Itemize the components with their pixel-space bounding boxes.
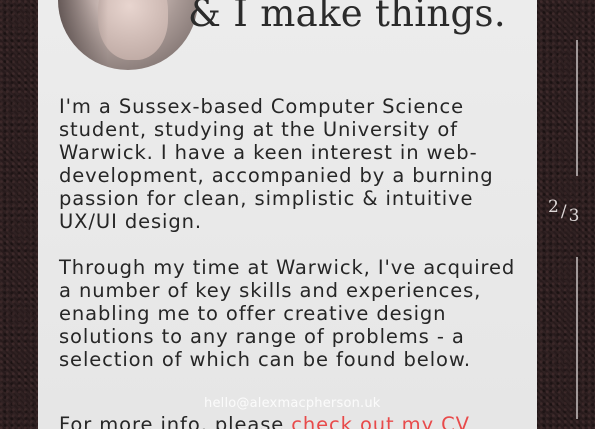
total-pages: 3 — [568, 206, 580, 226]
more-info-line: For more info, please check out my CV — [59, 413, 529, 429]
bio-paragraph-1: I'm a Sussex-based Computer Science stud… — [59, 95, 494, 233]
page-indicator: 2/3 — [537, 0, 595, 429]
current-page: 2 — [548, 197, 559, 217]
page-separator: / — [560, 202, 567, 222]
more-info-text: For more info, please — [59, 413, 292, 429]
about-card: & I make things. I'm a Sussex-based Comp… — [38, 0, 537, 429]
email-link[interactable]: hello@alexmacpherson.uk — [204, 396, 381, 411]
cv-link[interactable]: check out my CV — [291, 413, 470, 429]
bio-paragraph-2: Through my time at Warwick, I've acquire… — [59, 256, 516, 371]
headline: & I make things. — [188, 0, 506, 35]
profile-photo — [58, 0, 198, 70]
pager-line-top — [576, 40, 578, 176]
bio: I'm a Sussex-based Computer Science stud… — [59, 95, 529, 394]
page-counter: 2/3 — [548, 197, 579, 226]
pager-line-bottom — [576, 257, 578, 419]
